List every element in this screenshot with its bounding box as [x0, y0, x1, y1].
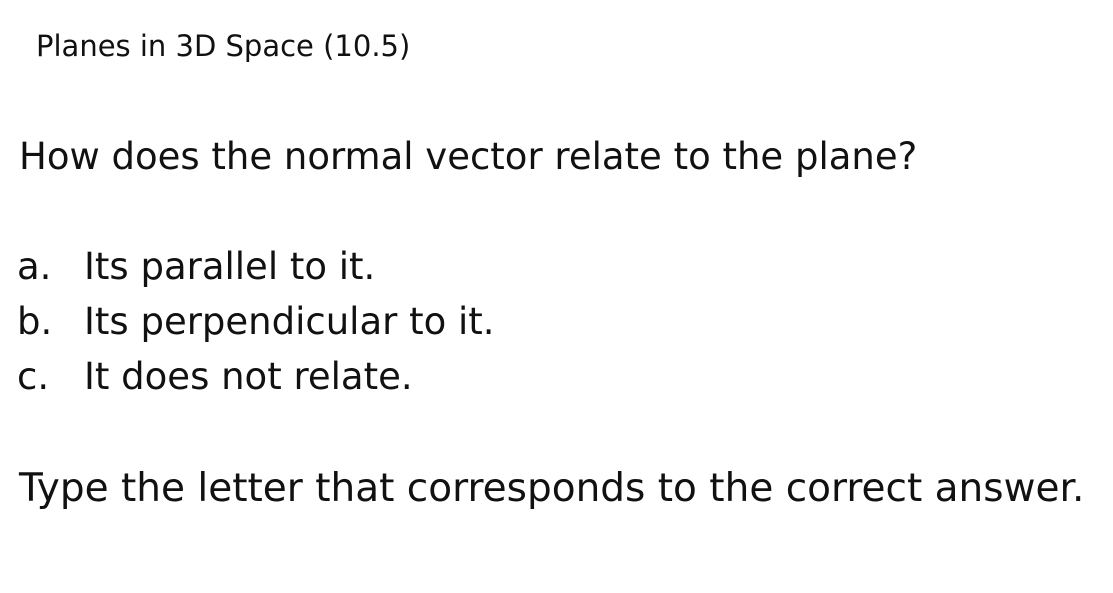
section-title: Planes in 3D Space (10.5) — [36, 29, 411, 63]
option-text: Its perpendicular to it. — [84, 300, 495, 343]
answer-options-list: a. Its parallel to it. b. Its perpendicu… — [17, 243, 495, 408]
instruction-text: Type the letter that corresponds to the … — [19, 466, 1085, 511]
question-text: How does the normal vector relate to the… — [19, 135, 918, 178]
option-letter: c. — [17, 355, 50, 398]
answer-option-c: c. It does not relate. — [17, 353, 495, 408]
answer-option-b: b. Its perpendicular to it. — [17, 298, 495, 353]
option-text: Its parallel to it. — [84, 245, 376, 288]
answer-option-a: a. Its parallel to it. — [17, 243, 495, 298]
option-letter: a. — [17, 245, 52, 288]
option-text: It does not relate. — [84, 355, 413, 398]
option-letter: b. — [17, 300, 53, 343]
